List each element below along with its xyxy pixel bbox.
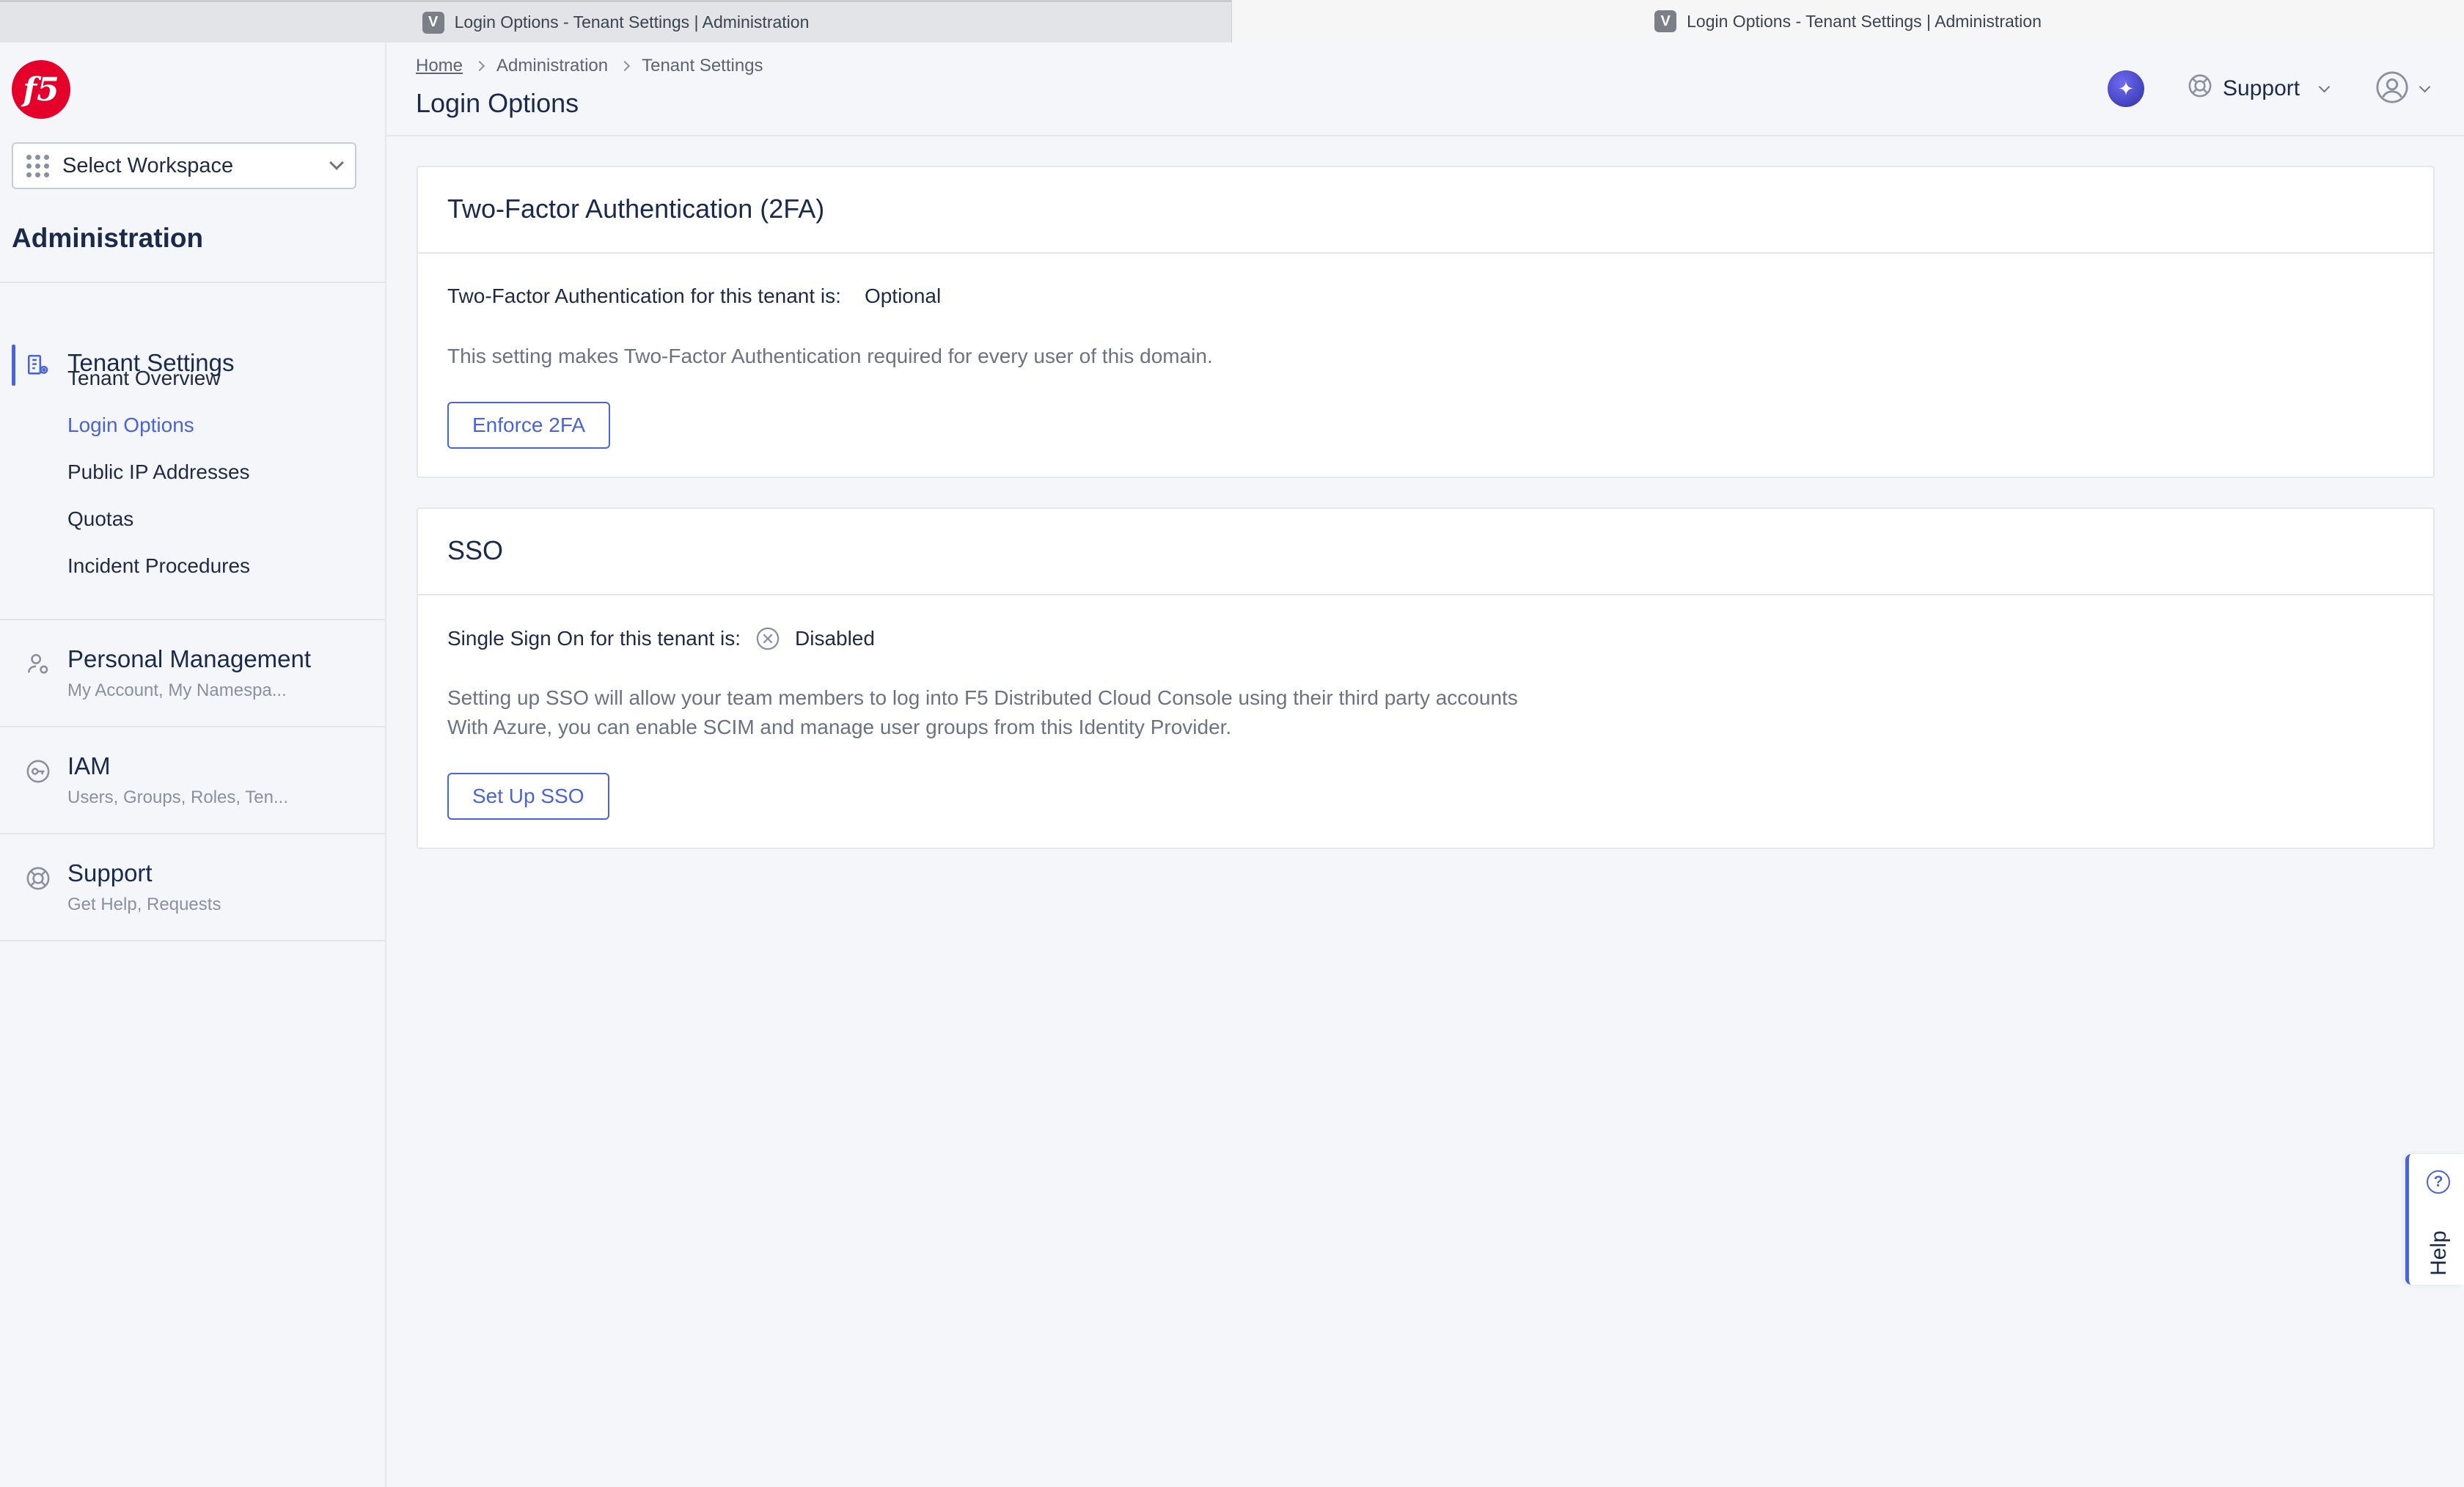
sidebar-section-subtitle: My Account, My Namespa...: [67, 680, 287, 700]
help-label: Help: [2427, 1230, 2451, 1276]
card-title: SSO: [447, 535, 504, 565]
sso-card: SSO Single Sign On for this tenant is: D…: [417, 507, 2435, 849]
sidebar-item-incident-procedures[interactable]: Incident Procedures: [67, 554, 250, 578]
lifebuoy-icon: [23, 864, 53, 893]
enforce-2fa-button[interactable]: Enforce 2FA: [447, 402, 611, 449]
sso-status-value: Disabled: [795, 627, 875, 650]
f5-logo[interactable]: f5: [12, 60, 70, 119]
sidebar-title: Administration: [12, 223, 204, 253]
set-up-sso-button[interactable]: Set Up SSO: [447, 773, 609, 820]
divider: [0, 282, 385, 283]
browser-tab[interactable]: V Login Options - Tenant Settings | Admi…: [0, 0, 1232, 43]
divider: [0, 726, 385, 727]
user-gear-icon: [23, 650, 53, 679]
sparkle-icon: ✦: [2118, 77, 2134, 100]
sidebar-section-iam[interactable]: IAM Users, Groups, Roles, Ten...: [0, 751, 385, 839]
breadcrumb: Home Administration Tenant Settings: [416, 56, 763, 76]
sidebar-section-subtitle: Get Help, Requests: [67, 895, 221, 914]
divider: [0, 940, 385, 941]
sso-status-label: Single Sign On for this tenant is:: [447, 627, 741, 650]
user-menu-button[interactable]: [2375, 70, 2431, 108]
browser-tab-title: Login Options - Tenant Settings | Admini…: [1687, 11, 2042, 31]
divider: [418, 594, 2433, 595]
breadcrumb-home-link[interactable]: Home: [416, 56, 463, 76]
ai-assistant-button[interactable]: ✦: [2108, 70, 2144, 107]
chevron-right-icon: [620, 60, 631, 72]
browser-tab-active[interactable]: V Login Options - Tenant Settings | Admi…: [1232, 0, 2464, 43]
question-circle-icon: ?: [2427, 1170, 2450, 1194]
two-factor-auth-card: Two-Factor Authentication (2FA) Two-Fact…: [417, 166, 2435, 478]
twofa-status-label: Two-Factor Authentication for this tenan…: [447, 284, 841, 307]
sso-description-line-1: Setting up SSO will allow your team memb…: [447, 686, 1518, 709]
grid-icon: [26, 154, 49, 177]
chevron-down-icon: [2419, 81, 2431, 92]
sidebar-section-label: Support: [67, 859, 153, 886]
favicon-icon: V: [1654, 10, 1677, 32]
sidebar-item-public-ip-addresses[interactable]: Public IP Addresses: [67, 460, 250, 484]
browser-tab-bar: V Login Options - Tenant Settings | Admi…: [0, 0, 2464, 43]
sidebar-section-personal-management[interactable]: Personal Management My Account, My Names…: [0, 644, 385, 732]
breadcrumb-administration[interactable]: Administration: [496, 56, 608, 76]
twofa-description: This setting makes Two-Factor Authentica…: [447, 345, 1213, 367]
x-circle-icon: [755, 626, 780, 651]
help-tab[interactable]: ? Help: [2405, 1154, 2464, 1285]
browser-tab-title: Login Options - Tenant Settings | Admini…: [454, 12, 810, 32]
divider: [0, 619, 385, 620]
twofa-status-value: Optional: [864, 284, 942, 307]
divider: [418, 252, 2433, 254]
page-title: Login Options: [416, 88, 579, 118]
sidebar-item-login-options[interactable]: Login Options: [67, 414, 194, 437]
twofa-status-row: Two-Factor Authentication for this tenan…: [447, 284, 941, 308]
sidebar-section-label: Personal Management: [67, 645, 312, 672]
page-header: Home Administration Tenant Settings Logi…: [386, 43, 2464, 136]
chevron-right-icon: [474, 60, 485, 72]
breadcrumb-tenant-settings: Tenant Settings: [642, 56, 763, 76]
chevron-down-icon: [2318, 81, 2331, 92]
sidebar-item-tenant-overview[interactable]: Tenant Overview: [67, 367, 221, 390]
chevron-down-icon: [329, 155, 344, 170]
user-avatar-icon: [2375, 70, 2409, 108]
support-menu-label: Support: [2223, 76, 2300, 100]
favicon-icon: V: [422, 11, 444, 34]
sso-status-row: Single Sign On for this tenant is: Disab…: [447, 626, 875, 651]
card-title: Two-Factor Authentication (2FA): [447, 194, 825, 224]
sidebar: f5 Select Workspace Administration Tenan…: [0, 43, 386, 1487]
support-menu-button[interactable]: Support: [2188, 70, 2331, 107]
active-indicator: [12, 345, 15, 386]
building-gear-icon: [23, 350, 53, 380]
sidebar-item-quotas[interactable]: Quotas: [67, 507, 133, 531]
sidebar-section-label: IAM: [67, 752, 111, 779]
workspace-select-label: Select Workspace: [62, 153, 234, 177]
sso-description-line-2: With Azure, you can enable SCIM and mana…: [447, 716, 1232, 738]
lifebuoy-icon: [2188, 73, 2212, 104]
divider: [0, 833, 385, 834]
workspace-select[interactable]: Select Workspace: [12, 142, 356, 189]
key-icon: [23, 757, 53, 786]
sidebar-section-support[interactable]: Support Get Help, Requests: [0, 858, 385, 946]
sidebar-section-subtitle: Users, Groups, Roles, Ten...: [67, 787, 289, 807]
